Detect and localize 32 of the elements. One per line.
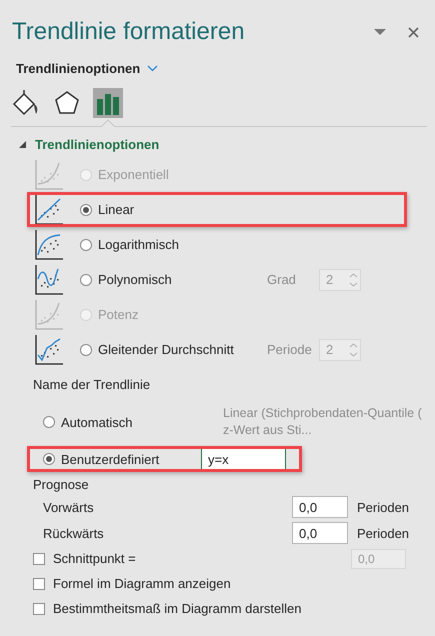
trendline-chart-icon	[35, 194, 63, 224]
automatic-name-text: Linear (Stichprobendaten-Quantile ( z-Wert aus Sti...	[223, 405, 423, 439]
collapse-triangle-icon[interactable]	[19, 140, 26, 148]
trendline-type-radio[interactable]: Linear	[80, 202, 134, 217]
unit-label: Perioden	[357, 526, 410, 540]
checkbox[interactable]: Schnittpunkt =	[33, 551, 136, 566]
trendline-chart-icon	[35, 230, 63, 260]
name-radio[interactable]: Automatisch	[43, 414, 133, 430]
section-label: Name der Trendlinie	[32, 376, 152, 394]
number-input-field[interactable]: 0,0	[292, 496, 348, 518]
number-input-field[interactable]: 0,0	[292, 522, 348, 544]
name-input-field[interactable]: y=x	[201, 448, 286, 470]
pane-title: Trendlinie formatieren	[12, 18, 246, 46]
trendline-chart-icon	[35, 300, 63, 330]
field-label: Rückwärts	[43, 526, 105, 540]
checkbox[interactable]: Formel im Diagramm anzeigen	[33, 576, 231, 591]
param-label: Grad	[267, 272, 297, 287]
name-radio[interactable]: Benutzerdefiniert	[43, 452, 160, 466]
checkbox[interactable]: Bestimmtheitsmaß im Diagramm darstellen	[33, 601, 302, 616]
trendline-chart-icon	[35, 264, 63, 294]
param-label: Periode	[267, 342, 313, 357]
chevron-down-icon	[147, 64, 158, 72]
options-dropdown[interactable]: Trendlinienoptionen	[16, 60, 158, 76]
trendline-type-radio[interactable]: Gleitender Durchschnitt	[80, 342, 234, 357]
trendline-chart-icon	[35, 334, 63, 364]
trendline-type-radio[interactable]: Polynomisch	[80, 272, 172, 287]
trendline-chart-icon	[35, 160, 63, 190]
section-label: Prognose	[32, 476, 90, 494]
section-header[interactable]: Trendlinienoptionen	[35, 136, 160, 152]
field-label: Vorwärts	[43, 500, 95, 514]
trendline-type-radio[interactable]: Logarithmisch	[80, 237, 179, 252]
unit-label: Perioden	[357, 500, 410, 514]
